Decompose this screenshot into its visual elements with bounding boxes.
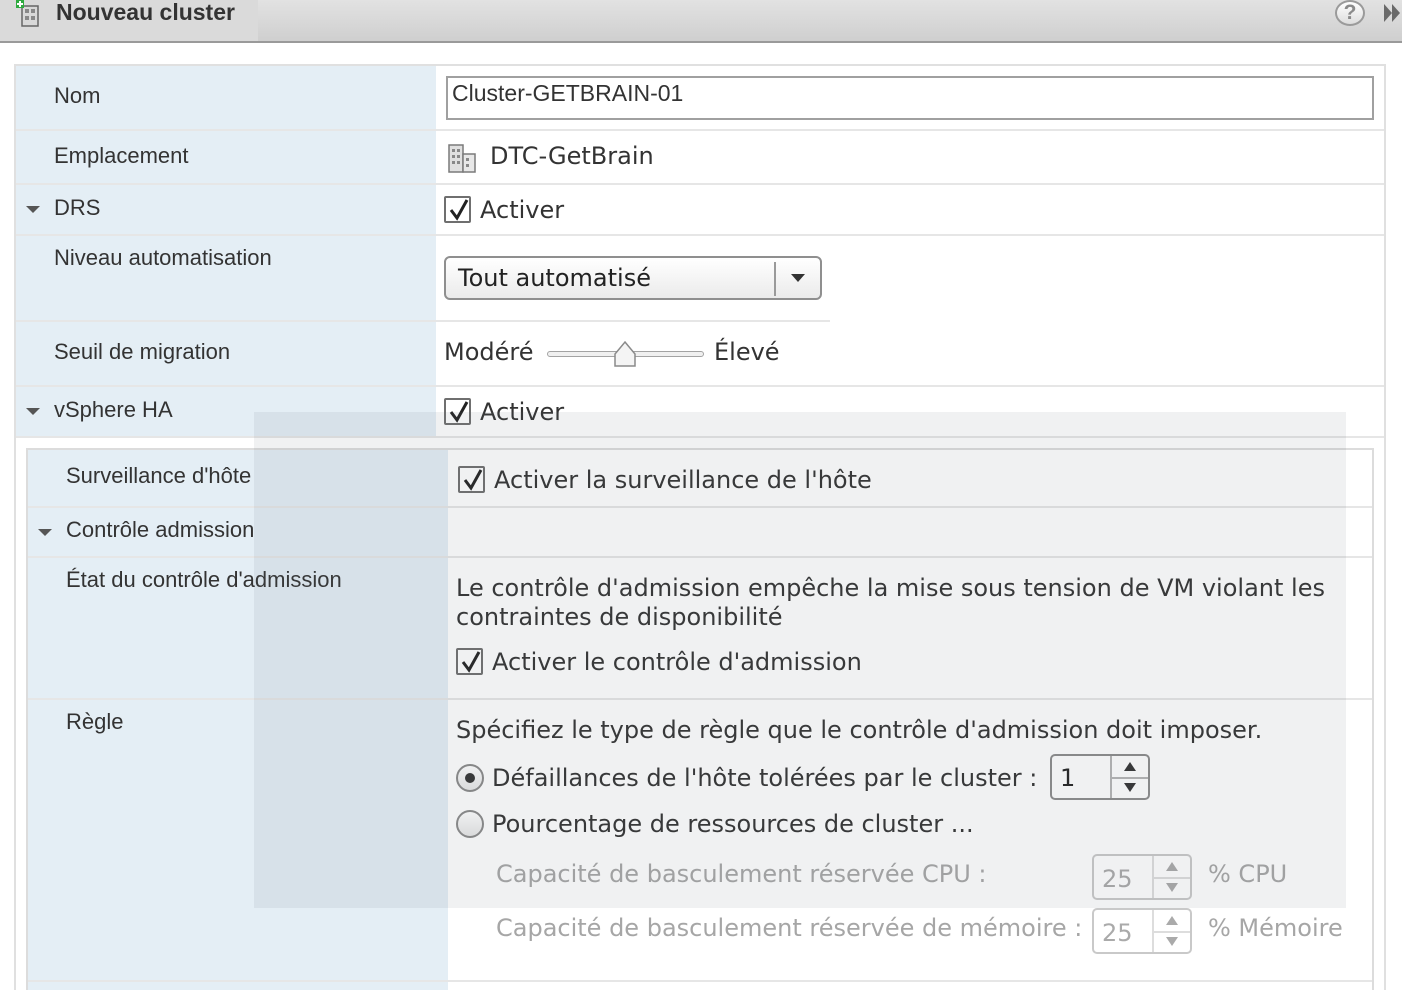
row-divider	[16, 436, 1384, 438]
help-icon[interactable]: ?	[1335, 0, 1365, 26]
cpu-capacity-label: Capacité de basculement réservée CPU :	[496, 860, 987, 888]
row-divider	[16, 385, 1384, 387]
row-divider	[28, 556, 1372, 558]
rule-failures-label: Défaillances de l'hôte tolérées par le c…	[492, 764, 1038, 792]
admission-state-label: État du contrôle d'admission	[66, 567, 342, 592]
skip-forward-icon[interactable]	[1382, 2, 1402, 24]
drs-enable-label: Activer	[480, 196, 565, 224]
host-monitoring-checkbox[interactable]	[458, 466, 485, 493]
admission-description-line1: Le contrôle d'admission empêche la mise …	[456, 574, 1325, 602]
memory-capacity-label: Capacité de basculement réservée de mémo…	[496, 914, 1083, 942]
memory-capacity-value: 25	[1102, 919, 1133, 947]
row-divider	[16, 320, 830, 322]
ha-label: vSphere HA	[54, 397, 173, 422]
location-value: DTC-GetBrain	[490, 142, 654, 170]
checkmark-icon	[463, 469, 483, 491]
arrow-down-icon[interactable]	[1166, 937, 1178, 946]
row-divider	[28, 980, 1372, 982]
slider-min-label: Modéré	[444, 338, 534, 366]
arrow-down-icon[interactable]	[1166, 883, 1178, 892]
ha-enable-label: Activer	[480, 398, 565, 426]
checkmark-icon	[461, 651, 481, 673]
spinner-divider	[1112, 777, 1148, 779]
cpu-unit-label: % CPU	[1208, 860, 1288, 888]
row-divider	[16, 129, 1384, 131]
drs-label: DRS	[54, 195, 101, 220]
datacenter-icon	[448, 144, 476, 173]
memory-capacity-spinner[interactable]: 25	[1092, 908, 1192, 954]
automation-level-value: Tout automatisé	[458, 264, 651, 292]
arrow-down-icon[interactable]	[1124, 783, 1136, 792]
cluster-name-input[interactable]	[446, 76, 1374, 120]
slider-thumb[interactable]	[613, 340, 637, 368]
admission-section-label: Contrôle admission	[66, 517, 255, 542]
automation-level-label: Niveau automatisation	[54, 245, 272, 270]
rule-percentage-radio[interactable]	[456, 810, 484, 838]
spinner-buttons	[1152, 910, 1190, 952]
admission-collapse-icon[interactable]	[38, 529, 52, 536]
new-cluster-icon	[16, 0, 39, 27]
host-monitoring-checkbox-label: Activer la surveillance de l'hôte	[494, 466, 872, 494]
select-separator	[774, 262, 776, 296]
migration-threshold-label: Seuil de migration	[54, 339, 231, 364]
slider-max-label: Élevé	[714, 338, 780, 366]
drs-enable-checkbox[interactable]	[444, 196, 471, 223]
host-failures-spinner[interactable]: 1	[1050, 754, 1150, 800]
arrow-up-icon[interactable]	[1124, 762, 1136, 771]
spinner-buttons	[1152, 856, 1190, 898]
host-failures-value: 1	[1060, 764, 1076, 792]
admission-control-checkbox-label: Activer le contrôle d'admission	[492, 648, 862, 676]
row-divider	[16, 234, 1384, 236]
memory-unit-label: % Mémoire	[1208, 914, 1343, 942]
admission-control-checkbox[interactable]	[456, 648, 483, 675]
rule-description: Spécifiez le type de règle que le contrô…	[456, 716, 1263, 744]
drs-collapse-icon[interactable]	[26, 206, 40, 213]
admission-description-line2: contraintes de disponibilité	[456, 603, 783, 631]
host-monitoring-label: Surveillance d'hôte	[66, 463, 252, 488]
spinner-divider	[1154, 877, 1190, 879]
dialog-title-bar: Nouveau cluster ?	[0, 0, 1402, 43]
dialog-title: Nouveau cluster	[56, 0, 235, 25]
radio-selected-dot	[465, 773, 475, 783]
cpu-capacity-spinner[interactable]: 25	[1092, 854, 1192, 900]
checkmark-icon	[449, 401, 469, 423]
row-divider	[16, 183, 1384, 185]
rule-percentage-label: Pourcentage de ressources de cluster ...	[492, 810, 974, 838]
automation-level-select[interactable]: Tout automatisé	[444, 256, 822, 300]
arrow-up-icon[interactable]	[1166, 862, 1178, 871]
name-label: Nom	[54, 83, 101, 108]
row-divider	[28, 506, 1372, 508]
spinner-divider	[1154, 931, 1190, 933]
ha-collapse-icon[interactable]	[26, 408, 40, 415]
cpu-capacity-value: 25	[1102, 865, 1133, 893]
ha-enable-checkbox[interactable]	[444, 398, 471, 425]
chevron-down-icon	[791, 274, 805, 282]
location-label: Emplacement	[54, 143, 189, 168]
spinner-buttons	[1110, 756, 1148, 798]
checkmark-icon	[449, 199, 469, 221]
row-divider	[28, 698, 1372, 700]
arrow-up-icon[interactable]	[1166, 916, 1178, 925]
rule-label: Règle	[66, 709, 124, 734]
rule-failures-radio[interactable]	[456, 764, 484, 792]
